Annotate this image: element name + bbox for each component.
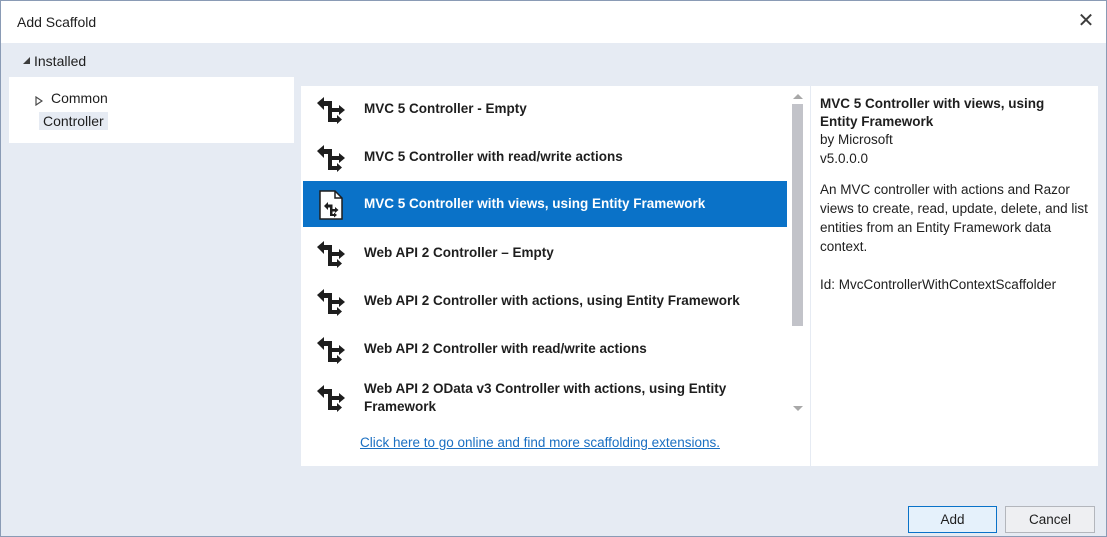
details-description: An MVC controller with actions and Razor… [820, 182, 1088, 254]
category-tree-background [9, 143, 294, 466]
tree-item-controller[interactable]: Controller [39, 112, 108, 130]
list-item[interactable]: Web API 2 Controller with actions, using… [303, 278, 787, 324]
controller-views-icon [315, 189, 347, 221]
list-scrollbar[interactable] [788, 86, 808, 420]
list-item[interactable]: MVC 5 Controller with read/write actions [303, 134, 787, 180]
list-item[interactable]: Web API 2 Controller with read/write act… [303, 326, 787, 372]
controller-icon [315, 94, 347, 126]
installed-label: Installed [34, 53, 87, 69]
controller-icon [315, 286, 347, 318]
scaffold-list: MVC 5 Controller - Empty MVC 5 Controlle… [301, 86, 810, 466]
controller-icon [315, 238, 347, 270]
details-title: MVC 5 Controller with views, using Entit… [820, 96, 1045, 129]
list-item[interactable]: MVC 5 Controller - Empty [303, 86, 787, 132]
scroll-up-arrow-icon[interactable] [793, 94, 803, 99]
collapsed-triangle-icon[interactable] [35, 93, 44, 109]
details-version: v5.0.0.0 [820, 151, 869, 166]
find-more-extensions-link[interactable]: Click here to go online and find more sc… [360, 435, 720, 450]
cancel-button[interactable]: Cancel [1005, 506, 1095, 533]
scroll-down-arrow-icon[interactable] [793, 406, 803, 411]
details-id: Id: MvcControllerWithContextScaffolder [820, 277, 1057, 292]
controller-icon [315, 334, 347, 366]
list-item[interactable]: Web API 2 OData v3 Controller with actio… [303, 374, 787, 420]
dialog-title: Add Scaffold [17, 14, 97, 30]
controller-icon [315, 142, 347, 174]
list-item-label: MVC 5 Controller - Empty [364, 101, 527, 116]
list-item-label: Web API 2 OData v3 Controller with actio… [364, 381, 727, 414]
tree-item-label: Common [51, 90, 108, 106]
details-pane: MVC 5 Controller with views, using Entit… [811, 86, 1098, 466]
list-item[interactable]: Web API 2 Controller – Empty [303, 230, 787, 276]
category-tree: Common Controller [9, 77, 294, 143]
list-item-label: MVC 5 Controller with views, using Entit… [364, 196, 706, 211]
list-item-label: Web API 2 Controller with actions, using… [364, 293, 740, 308]
scroll-thumb[interactable] [792, 104, 803, 326]
installed-header[interactable]: Installed [1, 43, 1106, 77]
close-icon[interactable]: ✕ [1072, 8, 1100, 36]
title-bar: Add Scaffold ✕ [1, 1, 1106, 43]
add-scaffold-dialog: Add Scaffold ✕ Installed Common Controll… [0, 0, 1107, 537]
list-item-selected[interactable]: MVC 5 Controller with views, using Entit… [303, 181, 787, 227]
add-button[interactable]: Add [908, 506, 997, 533]
list-item-label: Web API 2 Controller with read/write act… [364, 341, 647, 356]
details-author: by Microsoft [820, 132, 893, 147]
controller-icon [315, 382, 347, 414]
list-item-label: Web API 2 Controller – Empty [364, 245, 554, 260]
list-item-label: MVC 5 Controller with read/write actions [364, 149, 623, 164]
